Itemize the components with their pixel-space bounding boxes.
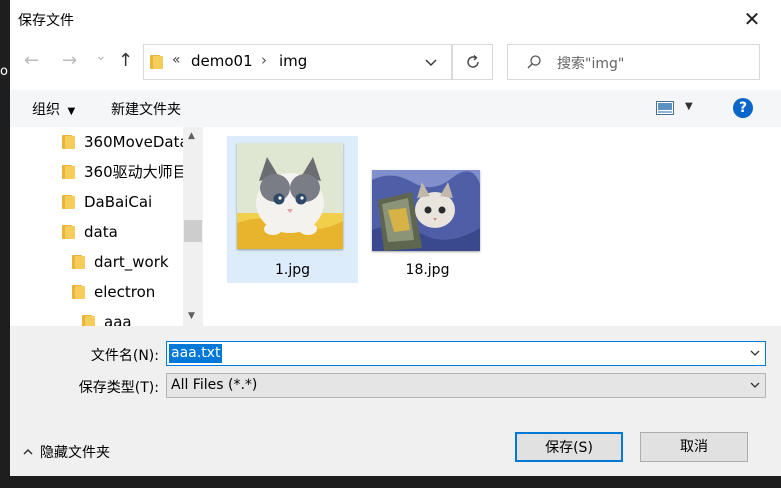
filename-field[interactable]: aaa.txt (166, 341, 766, 366)
navigation-tree: 360MoveData 360驱动大师目录 DaBaiCai data dart… (10, 127, 203, 326)
breadcrumb-item[interactable]: demo01 (191, 52, 253, 70)
help-icon[interactable]: ? (733, 98, 753, 118)
view-dropdown-chevron-icon[interactable]: ▼ (685, 101, 693, 112)
folder-icon (72, 255, 85, 269)
search-icon (526, 54, 542, 70)
file-name: 1.jpg (274, 262, 311, 278)
file-item[interactable]: 1.jpg (227, 136, 358, 283)
chevron-down-icon[interactable] (749, 347, 761, 359)
refresh-icon[interactable] (453, 44, 493, 80)
cancel-button[interactable]: 取消 (640, 432, 748, 462)
tree-item-label: DaBaiCai (84, 193, 153, 211)
filename-label: 文件名(N): (90, 348, 159, 364)
close-icon[interactable]: ✕ (738, 6, 766, 32)
folder-icon (62, 195, 75, 209)
search-placeholder[interactable]: 搜索"img" (557, 53, 624, 73)
breadcrumb-separator-icon[interactable]: › (261, 51, 267, 69)
address-dropdown-icon[interactable] (424, 55, 438, 69)
breadcrumb-overflow-icon[interactable]: « (172, 52, 181, 68)
back-arrow-icon[interactable]: ← (24, 50, 39, 71)
scroll-down-arrow-icon[interactable]: ▼ (188, 311, 195, 321)
save-button[interactable]: 保存(S) (515, 432, 623, 462)
hide-folders-label: 隐藏文件夹 (40, 445, 110, 461)
up-arrow-icon[interactable]: ↑ (118, 50, 133, 71)
organize-label: 组织 (32, 102, 60, 118)
new-folder-button[interactable]: 新建文件夹 (111, 99, 181, 119)
file-item[interactable]: 18.jpg (362, 136, 493, 283)
folder-icon (62, 135, 75, 149)
tree-scrollbar-thumb[interactable] (184, 220, 202, 242)
background-strip (0, 476, 781, 488)
chevron-up-icon (22, 445, 34, 455)
folder-icon (82, 315, 95, 326)
dialog-title: 保存文件 (18, 13, 74, 29)
tree-item-label: data (84, 223, 118, 241)
background-text: o (0, 64, 8, 79)
recent-locations-chevron-icon[interactable]: ⌄ (95, 48, 107, 64)
chevron-down-icon: ▼ (67, 106, 76, 117)
file-name: 18.jpg (405, 262, 450, 278)
scroll-up-arrow-icon[interactable]: ▲ (188, 131, 195, 141)
organize-menu[interactable]: 组织 ▼ (32, 99, 75, 119)
filename-input-value[interactable]: aaa.txt (169, 344, 223, 363)
folder-icon (62, 165, 75, 179)
folder-icon (72, 285, 85, 299)
folder-icon (62, 225, 75, 239)
filetype-label: 保存类型(T): (78, 380, 159, 396)
tree-item-label: aaa (104, 313, 132, 326)
view-options-icon[interactable] (656, 101, 674, 115)
folder-icon (150, 55, 163, 69)
search-box[interactable] (507, 44, 760, 80)
chevron-down-icon[interactable] (749, 379, 761, 391)
hide-folders-toggle[interactable]: 隐藏文件夹 (22, 442, 110, 462)
kitten-photo-thumbnail (237, 143, 343, 249)
breadcrumb-item[interactable]: img (279, 52, 307, 70)
tree-item-label: 360MoveData (84, 133, 189, 151)
tree-item-label: electron (94, 283, 156, 301)
tree-item-label: dart_work (94, 253, 169, 271)
filetype-value: All Files (*.*) (171, 377, 258, 393)
forward-arrow-icon[interactable]: → (62, 50, 77, 71)
kitten-in-vase-photo-thumbnail (372, 170, 480, 251)
filetype-select[interactable]: All Files (*.*) (166, 373, 766, 398)
